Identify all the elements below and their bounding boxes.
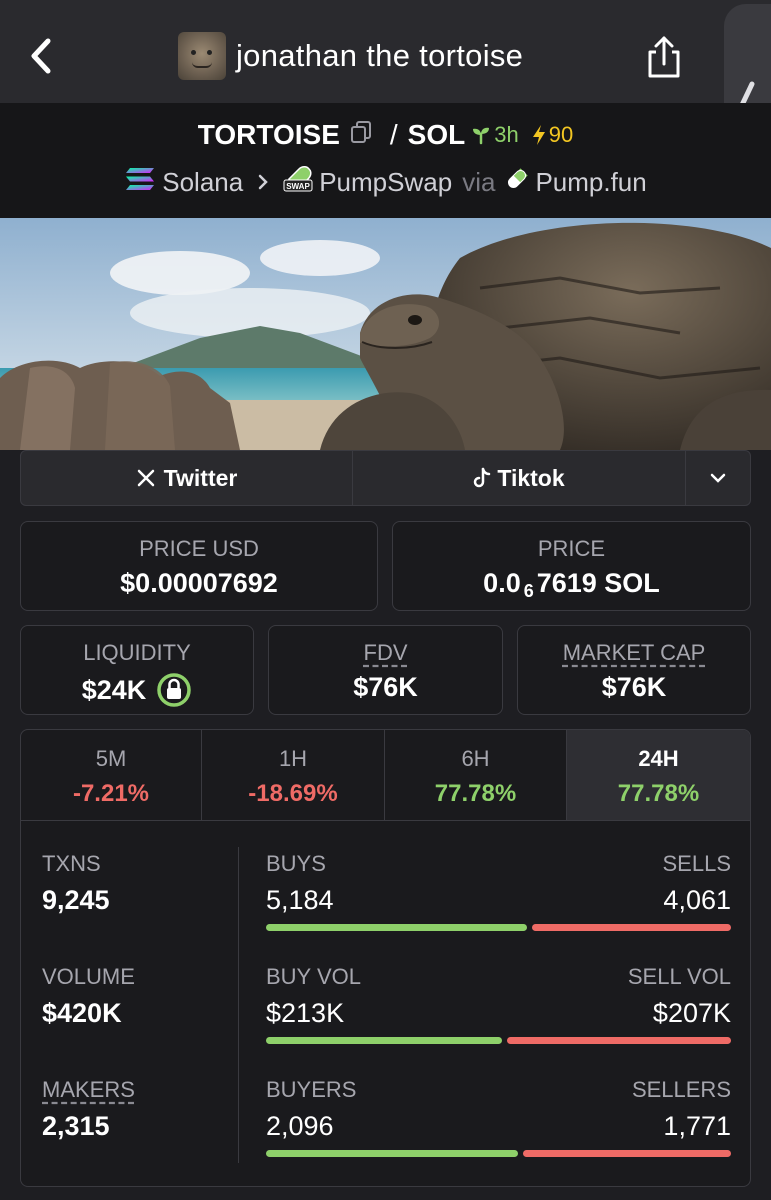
lightning-icon [532, 125, 545, 145]
launchpad-link[interactable]: Pump.fun [535, 167, 646, 198]
change-6h: 77.78% [434, 780, 517, 807]
top-bar: jonathan the tortoise [0, 0, 771, 103]
volume-label: VOLUME [42, 964, 135, 989]
buys-label: BUYS [266, 851, 326, 876]
buys-bar [266, 924, 527, 931]
sells-label: SELLS [662, 851, 732, 876]
fdv-box[interactable]: FDV $76K [268, 625, 503, 715]
txns-value: 9,245 [42, 885, 110, 915]
boost-count: 90 [548, 122, 574, 147]
chevron-down-icon [710, 473, 726, 483]
liquidity-value: $24K [81, 674, 147, 705]
makers-value: 2,315 [42, 1111, 110, 1141]
via-text: via [462, 167, 496, 197]
solana-icon [124, 166, 156, 199]
price-native-value: 0.0 6 7619 SOL [483, 568, 660, 601]
sellers-bar [523, 1150, 731, 1157]
tab-1h[interactable]: 1H -18.69% [202, 730, 385, 820]
buy-vol-value: $213K [266, 998, 345, 1028]
tab-6h[interactable]: 6H 77.78% [385, 730, 567, 820]
volume-bar [266, 1037, 731, 1044]
fdv-value: $76K [353, 672, 418, 702]
svg-text:SWAP: SWAP [286, 182, 310, 191]
buys-value: 5,184 [266, 885, 334, 915]
buyers-label: BUYERS [266, 1077, 357, 1102]
timeframe-tabs: 5M -7.21% 1H -18.69% 6H 77.78% 24H 77.78… [20, 729, 751, 821]
boost-badge[interactable]: 90 [531, 122, 573, 148]
dex-link[interactable]: PumpSwap [319, 167, 452, 198]
pumpswap-icon: SWAP [283, 165, 313, 200]
price-usd-label: PRICE USD [139, 536, 259, 561]
lock-icon[interactable] [156, 672, 192, 708]
sell-vol-label: SELL VOL [627, 964, 731, 989]
pair-separator: / [389, 119, 398, 150]
price-usd-box: PRICE USD $0.00007692 [20, 521, 378, 611]
liquidity-label: LIQUIDITY [83, 640, 191, 665]
txns-label: TXNS [42, 851, 101, 876]
social-links: Twitter Tiktok [20, 450, 751, 506]
buy-vol-bar [266, 1037, 502, 1044]
pill-icon [505, 167, 529, 198]
price-usd-value: $0.00007692 [120, 568, 278, 598]
more-links-button[interactable] [686, 451, 750, 505]
change-1h: -18.69% [248, 780, 338, 807]
buys-sells-bar [266, 924, 731, 931]
chain-link[interactable]: Solana [162, 167, 243, 198]
volume-row: VOLUME $420K BUY VOL SELL VOL $213K $207… [21, 934, 752, 1044]
sells-value: 4,061 [663, 885, 731, 915]
transaction-stats: TXNS 9,245 BUYS SELLS 5,184 4,061 VOLUME… [20, 821, 751, 1187]
tab-5m[interactable]: 5M -7.21% [21, 730, 202, 820]
share-icon [648, 36, 680, 78]
fdv-label: FDV [363, 640, 408, 665]
change-24h: 77.78% [617, 780, 700, 807]
makers-row: MAKERS 2,315 BUYERS SELLERS 2,096 1,771 [21, 1047, 752, 1157]
price-native-label: PRICE [537, 536, 606, 561]
sell-vol-bar [506, 1037, 731, 1044]
change-5m: -7.21% [72, 780, 150, 807]
back-button[interactable] [22, 32, 62, 80]
chevron-left-icon [31, 38, 51, 74]
sellers-label: SELLERS [631, 1077, 731, 1102]
chevron-right-icon [257, 167, 269, 198]
pair-age: 3h [471, 122, 519, 148]
token-banner-image [0, 218, 771, 450]
tab-24h[interactable]: 24H 77.78% [567, 730, 750, 820]
pair-age-value: 3h [494, 122, 519, 147]
sellers-value: 1,771 [663, 1111, 731, 1141]
token-title: jonathan the tortoise [178, 32, 523, 80]
price-native-box: PRICE 0.0 6 7619 SOL [392, 521, 751, 611]
buyers-sellers-bar [266, 1150, 731, 1157]
tiktok-label: Tiktok [497, 464, 565, 491]
tiktok-button[interactable]: Tiktok [353, 451, 686, 505]
base-symbol: TORTOISE [197, 119, 340, 150]
liquidity-box: LIQUIDITY $24K [20, 625, 254, 715]
market-cap-value: $76K [601, 672, 667, 702]
token-name: jonathan the tortoise [236, 38, 524, 73]
quote-symbol: SOL [407, 119, 466, 150]
twitter-label: Twitter [163, 464, 238, 491]
zero-count: 6 [523, 581, 534, 601]
x-logo-icon [137, 469, 154, 487]
buyers-bar [266, 1150, 519, 1157]
token-avatar [178, 32, 226, 80]
volume-value: $420K [42, 998, 122, 1028]
txns-row: TXNS 9,245 BUYS SELLS 5,184 4,061 [21, 821, 752, 931]
sells-bar [531, 924, 731, 931]
tiktok-icon [474, 467, 491, 488]
market-cap-label: MARKET CAP [562, 640, 706, 665]
buy-vol-label: BUY VOL [266, 964, 361, 989]
market-cap-box[interactable]: MARKET CAP $76K [517, 625, 751, 715]
share-button[interactable] [642, 34, 686, 80]
sell-vol-value: $207K [652, 998, 731, 1028]
twitter-button[interactable]: Twitter [21, 451, 353, 505]
copy-icon[interactable] [350, 119, 372, 151]
sprout-icon [473, 127, 490, 145]
buyers-value: 2,096 [266, 1111, 334, 1141]
pair-info: TORTOISE / SOL 3h 90 Solana SWAP PumpSwa… [0, 103, 771, 218]
makers-label[interactable]: MAKERS [42, 1077, 135, 1103]
